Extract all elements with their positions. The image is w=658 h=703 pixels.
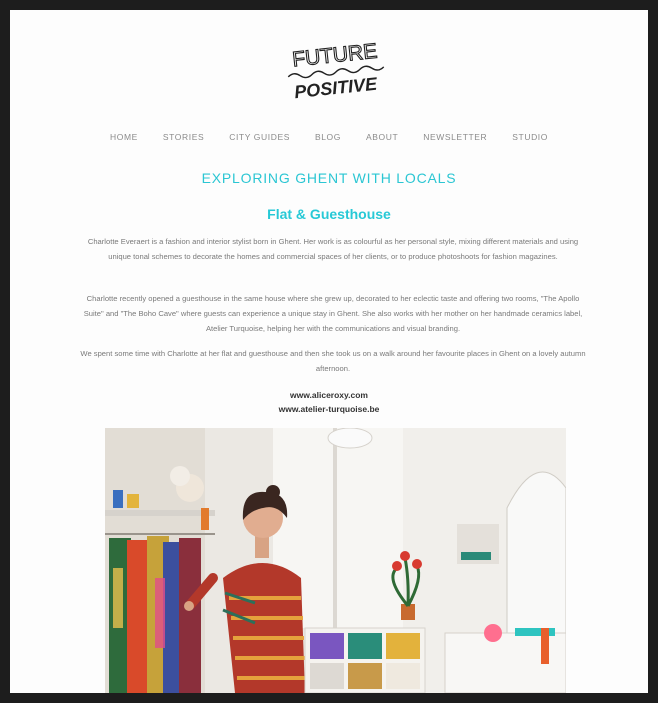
nav-stories[interactable]: STORIES: [163, 132, 204, 142]
future-positive-logo[interactable]: FUTURE POSITIVE: [280, 32, 390, 104]
feature-photo: [105, 428, 566, 693]
intro-paragraph: Charlotte Everaert is a fashion and inte…: [87, 237, 579, 261]
link-atelier-turquoise[interactable]: www.atelier-turquoise.be: [10, 402, 648, 416]
page-title: EXPLORING GHENT WITH LOCALS: [201, 170, 457, 186]
guesthouse-paragraph: Charlotte recently opened a guesthouse i…: [83, 294, 583, 333]
nav-home[interactable]: HOME: [110, 132, 138, 142]
link-aliceroxy[interactable]: www.aliceroxy.com: [10, 388, 648, 402]
visit-paragraph: We spent some time with Charlotte at her…: [80, 349, 586, 373]
feature-photo-illustration: [105, 428, 566, 693]
external-links: www.aliceroxy.com www.atelier-turquoise.…: [10, 388, 648, 416]
nav-blog[interactable]: BLOG: [315, 132, 341, 142]
page-frame: FUTURE POSITIVE HOME STORIES CITY GUIDES…: [10, 10, 648, 693]
nav-city-guides[interactable]: CITY GUIDES: [229, 132, 290, 142]
logo-graphic: FUTURE POSITIVE: [287, 39, 385, 102]
main-nav: HOME STORIES CITY GUIDES BLOG ABOUT NEWS…: [10, 132, 648, 142]
section-title: Flat & Guesthouse: [267, 206, 391, 222]
nav-newsletter[interactable]: NEWSLETTER: [423, 132, 487, 142]
nav-about[interactable]: ABOUT: [366, 132, 398, 142]
nav-studio[interactable]: STUDIO: [512, 132, 548, 142]
